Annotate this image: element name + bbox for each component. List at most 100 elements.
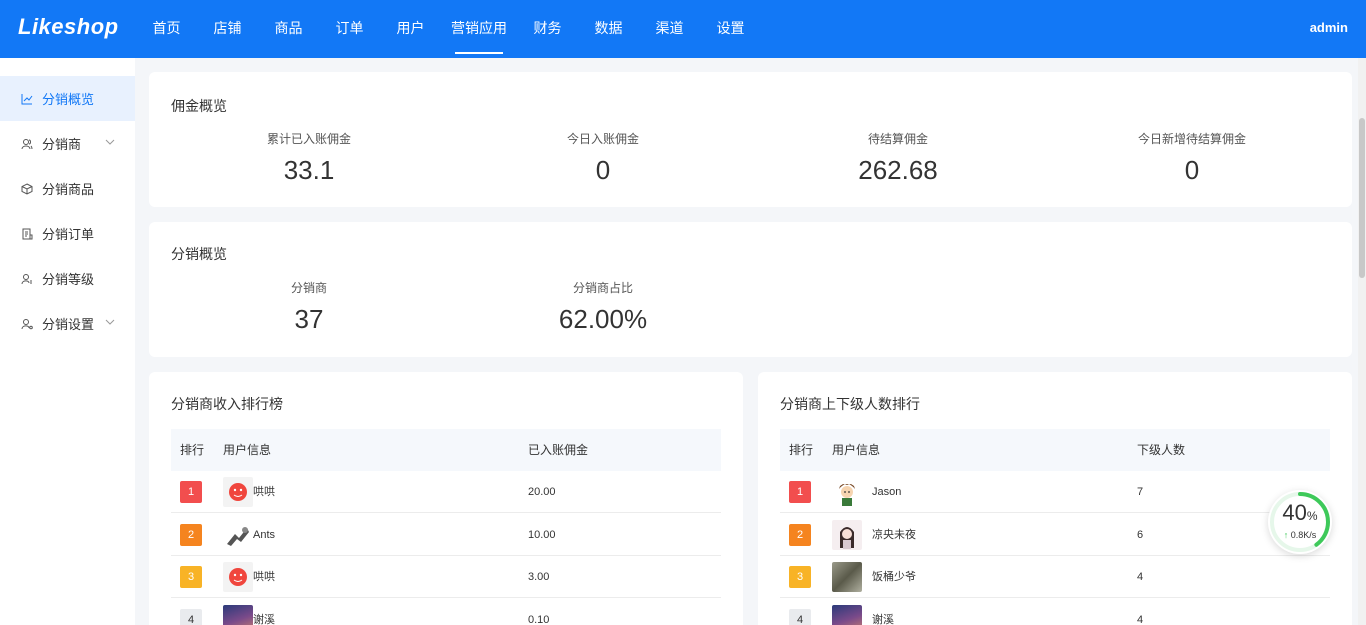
user-name: 饭桶少爷 bbox=[872, 571, 916, 583]
sidebar-item-levels[interactable]: 分销等级 bbox=[0, 256, 135, 301]
card-title: 分销商收入排行榜 bbox=[171, 396, 283, 412]
receipt-icon bbox=[20, 227, 34, 241]
nav-users[interactable]: 用户 bbox=[380, 0, 441, 58]
sidebar: 分销概览 分销商 分销商品 分销订单 分销等级 分销设置 bbox=[0, 58, 135, 625]
user-level-icon bbox=[20, 272, 34, 286]
card-title: 分销商上下级人数排行 bbox=[780, 396, 920, 412]
top-navbar: Likeshop 首页 店铺 商品 订单 用户 营销应用 财务 数据 渠道 设置… bbox=[0, 0, 1366, 58]
table-row: 4 谢溪 0.10 bbox=[171, 599, 721, 625]
nav-settings[interactable]: 设置 bbox=[700, 0, 761, 58]
sidebar-item-distributors[interactable]: 分销商 bbox=[0, 121, 135, 166]
stat-today-pending-commission: 今日新增待结算佣金 0 bbox=[1082, 130, 1302, 186]
commission-value: 10.00 bbox=[528, 529, 556, 541]
user-name: Jason bbox=[872, 486, 902, 498]
chevron-down-icon bbox=[105, 139, 115, 145]
table-header: 排行 用户信息 已入账佣金 bbox=[171, 429, 721, 471]
nav-goods[interactable]: 商品 bbox=[258, 0, 319, 58]
card-title: 佣金概览 bbox=[171, 98, 227, 114]
table-row: 2 凉央未夜 6 bbox=[780, 514, 1330, 556]
column-header-members: 下级人数 bbox=[1137, 443, 1186, 457]
rank-badge: 2 bbox=[789, 524, 811, 546]
member-ranking-card: 分销商上下级人数排行 排行 用户信息 下级人数 1 Jason 7 2 凉央未夜… bbox=[758, 372, 1352, 625]
nav-orders[interactable]: 订单 bbox=[319, 0, 380, 58]
stat-value: 262.68 bbox=[858, 155, 938, 185]
member-count: 4 bbox=[1137, 614, 1144, 625]
avatar bbox=[223, 520, 253, 550]
stat-distributor-ratio: 分销商占比 62.00% bbox=[493, 279, 713, 335]
stat-value: 33.1 bbox=[283, 155, 335, 185]
avatar bbox=[223, 605, 253, 625]
stat-label: 今日新增待结算佣金 bbox=[1137, 132, 1246, 146]
arrow-up-icon: ↑ bbox=[1283, 530, 1289, 540]
logo[interactable]: Likeshop bbox=[18, 14, 119, 40]
commission-value: 3.00 bbox=[528, 571, 550, 583]
speed-rate: ↑ 0.8K/s bbox=[1268, 530, 1332, 540]
user-name: 哄哄 bbox=[253, 486, 275, 498]
column-header-user: 用户信息 bbox=[832, 443, 881, 457]
stat-value: 62.00% bbox=[558, 304, 648, 334]
stat-total-commission: 累计已入账佣金 33.1 bbox=[199, 130, 419, 186]
sidebar-item-label: 分销商品 bbox=[42, 182, 95, 197]
sidebar-item-label: 分销订单 bbox=[42, 227, 95, 242]
user-menu[interactable]: admin bbox=[1310, 0, 1348, 56]
user-name: 谢溪 bbox=[253, 614, 275, 625]
user-name: 哄哄 bbox=[253, 571, 275, 583]
stat-pending-commission: 待结算佣金 262.68 bbox=[788, 130, 1008, 186]
sidebar-item-overview[interactable]: 分销概览 bbox=[0, 76, 135, 121]
income-ranking-card: 分销商收入排行榜 排行 用户信息 已入账佣金 1 哄哄 20.00 2 Ants… bbox=[149, 372, 743, 625]
stat-label: 今日入账佣金 bbox=[566, 132, 639, 146]
table-row: 2 Ants 10.00 bbox=[171, 514, 721, 556]
table-row: 1 哄哄 20.00 bbox=[171, 471, 721, 513]
sidebar-item-label: 分销概览 bbox=[42, 92, 95, 107]
rank-badge: 3 bbox=[789, 566, 811, 588]
table-row: 1 Jason 7 bbox=[780, 471, 1330, 513]
percent-value: 40 bbox=[1282, 500, 1307, 525]
stat-label: 累计已入账佣金 bbox=[266, 132, 351, 146]
stat-today-commission: 今日入账佣金 0 bbox=[493, 130, 713, 186]
chevron-down-icon bbox=[105, 319, 115, 325]
column-header-user: 用户信息 bbox=[223, 443, 272, 457]
network-speed-widget[interactable]: 40% ↑ 0.8K/s bbox=[1268, 490, 1332, 554]
stat-value: 37 bbox=[294, 304, 324, 334]
speed-percent: 40% bbox=[1268, 500, 1332, 526]
rank-badge: 1 bbox=[789, 481, 811, 503]
user-settings-icon bbox=[20, 317, 34, 331]
rank-badge: 4 bbox=[789, 609, 811, 625]
nav-channels[interactable]: 渠道 bbox=[639, 0, 700, 58]
nav-data[interactable]: 数据 bbox=[578, 0, 639, 58]
rank-badge: 3 bbox=[180, 566, 202, 588]
nav-finance[interactable]: 财务 bbox=[517, 0, 578, 58]
card-title: 分销概览 bbox=[171, 246, 227, 262]
avatar bbox=[832, 520, 862, 550]
page-scrollbar[interactable] bbox=[1358, 58, 1366, 625]
avatar bbox=[223, 477, 253, 507]
column-header-commission: 已入账佣金 bbox=[528, 443, 589, 457]
table-row: 3 哄哄 3.00 bbox=[171, 556, 721, 598]
line-chart-icon bbox=[20, 92, 34, 106]
percent-unit: % bbox=[1306, 509, 1318, 523]
column-header-rank: 排行 bbox=[789, 443, 814, 457]
avatar bbox=[832, 562, 862, 592]
stat-value: 0 bbox=[595, 155, 611, 185]
stat-label: 分销商 bbox=[290, 281, 327, 295]
sidebar-item-settings[interactable]: 分销设置 bbox=[0, 301, 135, 346]
users-icon bbox=[20, 137, 34, 151]
commission-overview-card: 佣金概览 累计已入账佣金 33.1 今日入账佣金 0 待结算佣金 262.68 … bbox=[149, 72, 1352, 207]
member-count: 6 bbox=[1137, 529, 1144, 541]
nav-store[interactable]: 店铺 bbox=[197, 0, 258, 58]
scrollbar-thumb[interactable] bbox=[1359, 118, 1365, 278]
nav-home[interactable]: 首页 bbox=[136, 0, 197, 58]
table-row: 4 谢溪 4 bbox=[780, 599, 1330, 625]
user-name: Ants bbox=[253, 529, 276, 541]
stat-value: 0 bbox=[1184, 155, 1200, 185]
sidebar-item-label: 分销设置 bbox=[42, 317, 95, 332]
avatar bbox=[832, 477, 862, 507]
distribution-overview-card: 分销概览 分销商 37 分销商占比 62.00% bbox=[149, 222, 1352, 357]
sidebar-item-orders[interactable]: 分销订单 bbox=[0, 211, 135, 256]
nav-marketing[interactable]: 营销应用 bbox=[441, 0, 517, 58]
main-nav: 首页 店铺 商品 订单 用户 营销应用 财务 数据 渠道 设置 bbox=[136, 0, 761, 58]
user-name: 谢溪 bbox=[872, 614, 894, 625]
sidebar-item-label: 分销等级 bbox=[42, 272, 95, 287]
sidebar-item-products[interactable]: 分销商品 bbox=[0, 166, 135, 211]
member-count: 4 bbox=[1137, 571, 1144, 583]
